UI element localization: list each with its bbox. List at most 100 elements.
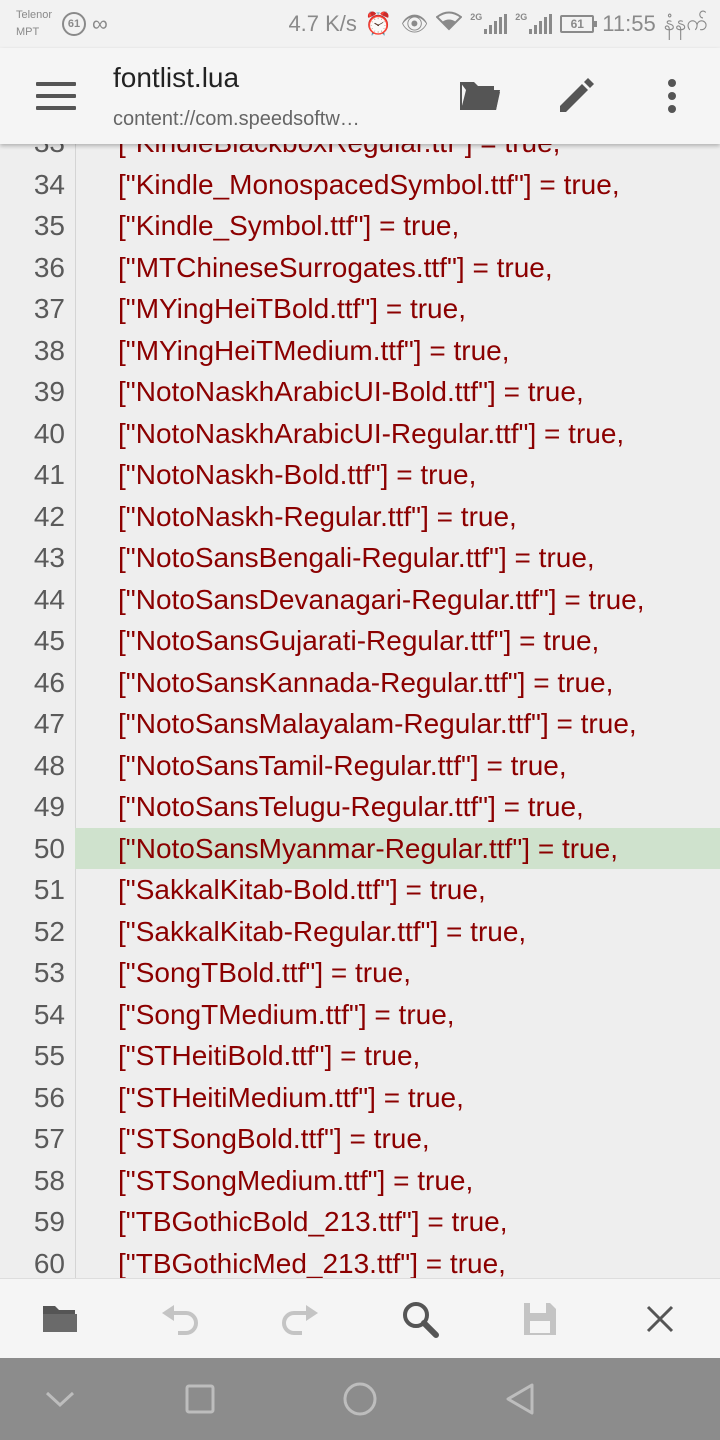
code-line[interactable]: 59 ["TBGothicBold_213.ttf"] = true, bbox=[0, 1201, 720, 1243]
menu-button[interactable] bbox=[36, 82, 76, 110]
line-number: 49 bbox=[33, 791, 65, 822]
redo-button[interactable] bbox=[276, 1295, 324, 1343]
line-number: 45 bbox=[33, 625, 65, 656]
code-line[interactable]: 37 ["MYingHeiTBold.ttf"] = true, bbox=[0, 288, 720, 330]
close-icon bbox=[646, 1305, 674, 1333]
close-button[interactable] bbox=[636, 1295, 684, 1343]
line-number: 34 bbox=[33, 168, 65, 200]
signal-1-icon: 2G bbox=[470, 12, 508, 34]
carrier-name-1: Telenor bbox=[16, 9, 53, 21]
status-bar: Telenor MPT 61 ∞ 4.7 K/s ⏰ 👁 2G 2G 61 11… bbox=[0, 0, 720, 48]
hide-nav-button[interactable] bbox=[36, 1375, 84, 1423]
code-line[interactable]: 44 ["NotoSansDevanagari-Regular.ttf"] = t… bbox=[0, 579, 720, 621]
code-line[interactable]: 51 ["SakkalKitab-Bold.ttf"] = true, bbox=[0, 869, 720, 911]
line-number: 55 bbox=[33, 1040, 65, 1071]
code-line-current[interactable]: 50 ["NotoSansMyanmar-Regular.ttf"] = true… bbox=[0, 827, 720, 869]
search-button[interactable] bbox=[396, 1295, 444, 1343]
undo-icon bbox=[162, 1305, 198, 1335]
code-line[interactable]: 39 ["NotoNaskhArabicUI-Bold.ttf"] = true, bbox=[0, 371, 720, 413]
code-line[interactable]: 34 ["Kindle_MonospacedSymbol.ttf"] = true… bbox=[0, 164, 720, 206]
code-line[interactable]: 40 ["NotoNaskhArabicUI-Regular.ttf"] = tr… bbox=[0, 413, 720, 455]
code-line[interactable]: 54 ["SongTMedium.ttf"] = true, bbox=[0, 994, 720, 1036]
code-line[interactable]: 46 ["NotoSansKannada-Regular.ttf"] = true… bbox=[0, 662, 720, 704]
edit-button[interactable] bbox=[552, 72, 600, 120]
line-number: 60 bbox=[33, 1247, 65, 1279]
code-line[interactable]: 45 ["NotoSansGujarati-Regular.ttf"] = tru… bbox=[0, 620, 720, 662]
undo-button[interactable] bbox=[156, 1295, 204, 1343]
code-line[interactable]: 58 ["STSongMedium.ttf"] = true, bbox=[0, 1160, 720, 1202]
notification-count-badge: 61 bbox=[62, 12, 86, 36]
line-number: 52 bbox=[33, 915, 65, 947]
code-line[interactable]: 60 ["TBGothicMed_213.ttf"] = true, bbox=[0, 1243, 720, 1279]
file-title: fontlist.lua bbox=[113, 62, 240, 93]
line-number: 56 bbox=[33, 1081, 65, 1113]
line-code: ["NotoSansKannada-Regular.ttf"] = true, bbox=[118, 666, 614, 698]
circle-icon bbox=[343, 1382, 377, 1416]
line-code: ["STSongBold.ttf"] = true, bbox=[118, 1123, 430, 1154]
folder-icon bbox=[460, 82, 500, 110]
code-line[interactable]: 52 ["SakkalKitab-Regular.ttf"] = true, bbox=[0, 911, 720, 953]
line-code: ["NotoNaskh-Regular.ttf"] = true, bbox=[118, 500, 517, 532]
code-lines: 33["KindleBlackboxRegular.ttf"] = true,3… bbox=[0, 144, 720, 1278]
carrier-info: Telenor MPT bbox=[16, 7, 52, 41]
line-number: 59 bbox=[33, 1206, 65, 1237]
code-line[interactable]: 36 ["MTChineseSurrogates.ttf"] = true, bbox=[0, 247, 720, 289]
line-number: 42 bbox=[33, 500, 65, 532]
more-vertical-icon bbox=[668, 79, 676, 113]
wifi-icon bbox=[435, 11, 463, 37]
home-button[interactable] bbox=[336, 1375, 384, 1423]
line-code: ["KindleBlackboxRegular.ttf"] = true, bbox=[118, 144, 560, 164]
line-number: 35 bbox=[33, 210, 65, 241]
code-line[interactable]: 55 ["STHeitiBold.ttf"] = true, bbox=[0, 1035, 720, 1077]
line-number: 50 bbox=[0, 827, 75, 869]
line-number: 41 bbox=[33, 459, 65, 490]
line-code: ["NotoSansDevanagari-Regular.ttf"] = tru… bbox=[118, 583, 645, 615]
code-line[interactable]: 42 ["NotoNaskh-Regular.ttf"] = true, bbox=[0, 496, 720, 538]
line-code: ["Kindle_MonospacedSymbol.ttf"] = true, bbox=[118, 168, 620, 200]
line-number: 57 bbox=[33, 1123, 65, 1154]
code-line[interactable]: 41 ["NotoNaskh-Bold.ttf"] = true, bbox=[0, 454, 720, 496]
menu-icon bbox=[36, 82, 76, 86]
code-line[interactable]: 56 ["STHeitiMedium.ttf"] = true, bbox=[0, 1077, 720, 1119]
code-line[interactable]: 38 ["MYingHeiTMedium.ttf"] = true, bbox=[0, 330, 720, 372]
code-line[interactable]: 35 ["Kindle_Symbol.ttf"] = true, bbox=[0, 205, 720, 247]
code-line[interactable]: 57 ["STSongBold.ttf"] = true, bbox=[0, 1118, 720, 1160]
line-code: ["NotoSansTelugu-Regular.ttf"] = true, bbox=[118, 791, 584, 822]
line-number: 46 bbox=[33, 666, 65, 698]
line-code: ["STHeitiMedium.ttf"] = true, bbox=[118, 1081, 464, 1113]
line-code: ["NotoSansMyanmar-Regular.ttf"] = true, bbox=[118, 832, 618, 864]
line-code: ["SakkalKitab-Regular.ttf"] = true, bbox=[118, 915, 527, 947]
save-button[interactable] bbox=[516, 1295, 564, 1343]
back-button[interactable] bbox=[496, 1375, 544, 1423]
open-file-button[interactable] bbox=[36, 1295, 84, 1343]
code-line[interactable]: 43 ["NotoSansBengali-Regular.ttf"] = true… bbox=[0, 537, 720, 579]
battery-icon: 61 bbox=[560, 15, 598, 33]
app-bar: fontlist.lua content://com.speedsoftw… bbox=[0, 48, 720, 144]
pencil-icon bbox=[560, 78, 594, 112]
code-line[interactable]: 49 ["NotoSansTelugu-Regular.ttf"] = true, bbox=[0, 786, 720, 828]
open-folder-button[interactable] bbox=[456, 72, 504, 120]
line-code: ["STHeitiBold.ttf"] = true, bbox=[118, 1040, 421, 1071]
recents-button[interactable] bbox=[176, 1375, 224, 1423]
code-line[interactable]: 53 ["SongTBold.ttf"] = true, bbox=[0, 952, 720, 994]
line-number: 53 bbox=[33, 957, 65, 988]
alarm-icon: ⏰ bbox=[364, 11, 393, 36]
line-number: 36 bbox=[33, 251, 65, 283]
code-line[interactable]: 33 ["KindleBlackboxRegular.ttf"] = true, bbox=[0, 144, 720, 164]
line-code: ["SongTMedium.ttf"] = true, bbox=[118, 998, 455, 1030]
clock-period: နံနက် bbox=[663, 9, 708, 35]
line-code: ["NotoNaskhArabicUI-Regular.ttf"] = true… bbox=[118, 417, 625, 449]
line-code: ["MTChineseSurrogates.ttf"] = true, bbox=[118, 251, 553, 283]
line-number: 33 bbox=[0, 144, 75, 164]
code-line[interactable]: 47 ["NotoSansMalayalam-Regular.ttf"] = tr… bbox=[0, 703, 720, 745]
more-options-button[interactable] bbox=[648, 72, 696, 120]
line-number: 51 bbox=[33, 874, 65, 905]
signal-1-network: 2G bbox=[470, 12, 483, 22]
line-code: ["STSongMedium.ttf"] = true, bbox=[118, 1164, 474, 1196]
code-line[interactable]: 48 ["NotoSansTamil-Regular.ttf"] = true, bbox=[0, 745, 720, 787]
network-speed: 4.7 K/s bbox=[288, 11, 357, 36]
line-code: ["SakkalKitab-Bold.ttf"] = true, bbox=[118, 874, 486, 905]
code-editor[interactable]: 33["KindleBlackboxRegular.ttf"] = true,3… bbox=[0, 144, 720, 1278]
signal-2-network: 2G bbox=[515, 12, 528, 22]
line-number: 38 bbox=[33, 334, 65, 366]
